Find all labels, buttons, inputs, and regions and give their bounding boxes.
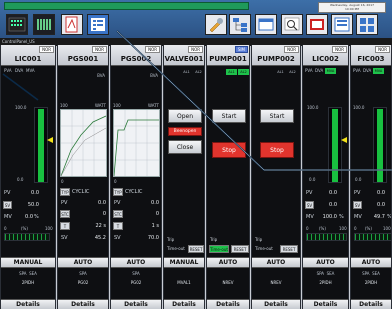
callout-lines bbox=[2, 30, 392, 171]
